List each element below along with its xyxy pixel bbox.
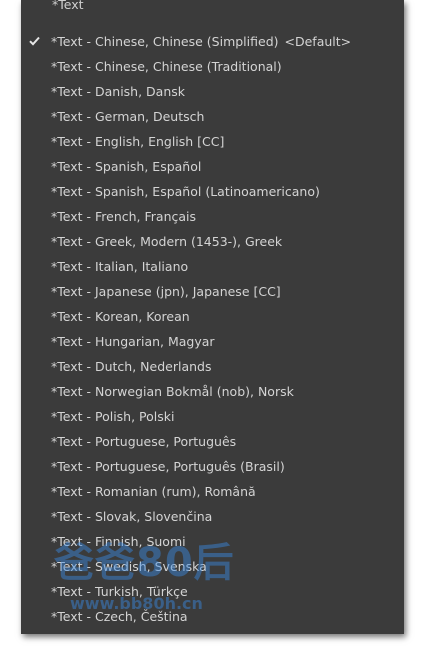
- menu-item-label: *Text - Hungarian, Magyar: [51, 334, 215, 349]
- menu-item[interactable]: *Text - Chinese, Chinese (Simplified) <De…: [21, 29, 404, 54]
- menu-item[interactable]: *Text - Spanish, Español: [21, 154, 404, 179]
- menu-item[interactable]: *Text - Portuguese, Português: [21, 429, 404, 454]
- menu-item[interactable]: *Text - Czech, Čeština: [21, 604, 404, 629]
- menu-item-label: *Text - Norwegian Bokmål (nob), Norsk: [51, 384, 294, 399]
- menu-item-label: *Text - Portuguese, Português (Brasil): [51, 459, 285, 474]
- menu-item-label: *Text - Polish, Polski: [51, 409, 175, 424]
- menu-item[interactable]: *Text - Japanese (jpn), Japanese [CC]: [21, 279, 404, 304]
- menu-item-label: *Text - Chinese, Chinese (Traditional): [51, 59, 282, 74]
- menu-item[interactable]: *Text - Romanian (rum), Română: [21, 479, 404, 504]
- menu-item-label: *Text - German, Deutsch: [51, 109, 205, 124]
- menu-item-label: *Text - Greek, Modern (1453-), Greek: [51, 234, 283, 249]
- menu-item[interactable]: *Text - Dutch, Nederlands: [21, 354, 404, 379]
- menu-item-label: *Text - Czech, Čeština: [51, 609, 188, 624]
- menu-item-label: *Text - Spanish, Español (Latinoamerican…: [51, 184, 320, 199]
- menu-item[interactable]: *Text - Portuguese, Português (Brasil): [21, 454, 404, 479]
- menu-item-label: *Text - Dutch, Nederlands: [51, 359, 212, 374]
- menu-item-label: *Text - Japanese (jpn), Japanese [CC]: [51, 284, 281, 299]
- menu-item-label: *Text - Slovak, Slovenčina: [51, 509, 213, 524]
- menu-item-list: *Text - Chinese, Chinese (Simplified) <De…: [21, 29, 404, 629]
- menu-item-label: *Text - Romanian (rum), Română: [51, 484, 256, 499]
- menu-item-label: *Text - Italian, Italiano: [51, 259, 189, 274]
- menu-item[interactable]: *Text - Polish, Polski: [21, 404, 404, 429]
- menu-item-label: *Text - Spanish, Español: [51, 159, 202, 174]
- menu-item[interactable]: *Text - French, Français: [21, 204, 404, 229]
- menu-item-label: *Text - Finnish, Suomi: [51, 534, 186, 549]
- menu-item[interactable]: *Text - Italian, Italiano: [21, 254, 404, 279]
- menu-item[interactable]: *Text - Turkish, Türkçe: [21, 579, 404, 604]
- menu-item-label: *Text - French, Français: [51, 209, 197, 224]
- menu-item-label: *Text - Chinese, Chinese (Simplified): [51, 34, 279, 49]
- menu-item-label: *Text - English, English [CC]: [51, 134, 225, 149]
- menu-item-label: *Text - Portuguese, Português: [51, 434, 237, 449]
- menu-item[interactable]: *Text - Finnish, Suomi: [21, 529, 404, 554]
- menu-item-label: *Text - Danish, Dansk: [51, 84, 186, 99]
- menu-item[interactable]: *Text - German, Deutsch: [21, 104, 404, 129]
- menu-item[interactable]: *Text - Korean, Korean: [21, 304, 404, 329]
- menu-item[interactable]: *Text - Danish, Dansk: [21, 79, 404, 104]
- menu-item[interactable]: *Text - Swedish, Svenska: [21, 554, 404, 579]
- menu-item-label: *Text - Swedish, Svenska: [51, 559, 207, 574]
- menu-item[interactable]: *Text - Norwegian Bokmål (nob), Norsk: [21, 379, 404, 404]
- menu-item[interactable]: *Text - Greek, Modern (1453-), Greek: [21, 229, 404, 254]
- menu-item[interactable]: *Text - Chinese, Chinese (Traditional): [21, 54, 404, 79]
- default-tag: <Default>: [284, 34, 352, 49]
- menu-item-partial[interactable]: *Text: [52, 0, 84, 17]
- checkmark-icon: [27, 29, 41, 54]
- menu-item-label: *Text - Korean, Korean: [51, 309, 190, 324]
- menu-item[interactable]: *Text - Hungarian, Magyar: [21, 329, 404, 354]
- menu-item-label: *Text - Turkish, Türkçe: [51, 584, 188, 599]
- menu-item[interactable]: *Text - Slovak, Slovenčina: [21, 504, 404, 529]
- subtitle-track-menu: *Text *Text - Chinese, Chinese (Simplifi…: [21, 0, 404, 634]
- menu-item[interactable]: *Text - Spanish, Español (Latinoamerican…: [21, 179, 404, 204]
- menu-item[interactable]: *Text - English, English [CC]: [21, 129, 404, 154]
